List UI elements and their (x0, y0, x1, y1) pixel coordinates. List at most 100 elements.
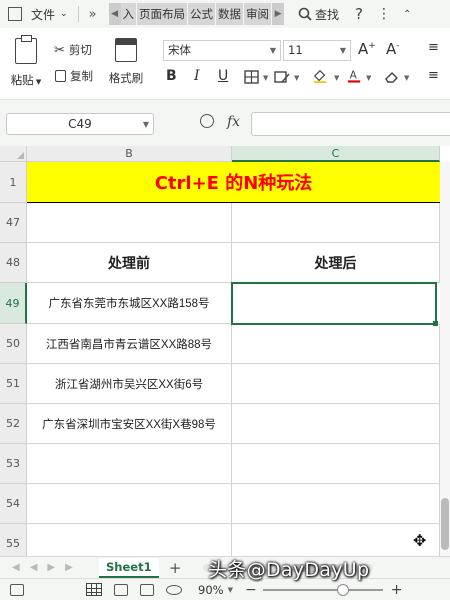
cell-b54[interactable] (27, 484, 232, 524)
search-button[interactable]: 查找 (298, 6, 339, 23)
app-menu-icon[interactable] (8, 7, 22, 21)
cell-c51[interactable] (232, 364, 440, 404)
sheet-status-icon[interactable] (10, 583, 24, 596)
first-sheet-icon[interactable]: ◀ (12, 562, 20, 573)
zoom-slider-knob[interactable] (336, 583, 349, 596)
more-options-icon[interactable]: ⋮ (377, 6, 391, 22)
cell-c54[interactable] (232, 484, 440, 524)
sheet-title-cell[interactable]: Ctrl+E 的N种玩法 (27, 162, 440, 203)
row-header[interactable]: 54 (0, 484, 27, 524)
cell-c50[interactable] (232, 324, 440, 364)
column-header-b[interactable]: B (27, 146, 232, 162)
cut-label: 剪切 (68, 43, 92, 57)
tab-insert[interactable]: 入 (120, 3, 138, 25)
row-header[interactable]: 53 (0, 444, 27, 484)
vertical-scroll-thumb[interactable] (441, 498, 449, 550)
chevron-down-icon: ▼ (142, 120, 149, 129)
clear-format-icon[interactable] (384, 70, 400, 84)
cell-c52[interactable] (232, 404, 440, 444)
chevron-down-icon[interactable]: ▼ (404, 74, 409, 82)
row-header[interactable]: 55 (0, 524, 27, 556)
help-icon[interactable]: ? (355, 5, 363, 23)
header-after-cell[interactable]: 处理后 (232, 243, 440, 283)
chevron-down-icon[interactable]: ▼ (228, 586, 233, 594)
row-header[interactable]: 1 (0, 162, 27, 203)
active-cell-c49[interactable] (231, 282, 437, 325)
zoom-level[interactable]: 90% (198, 583, 224, 597)
name-box[interactable]: C49 ▼ (6, 113, 154, 135)
zoom-slider[interactable] (262, 583, 383, 596)
cell-b47[interactable] (27, 203, 232, 243)
chevron-down-icon[interactable]: ▼ (366, 74, 371, 82)
zoom-lookup-icon[interactable] (200, 114, 214, 128)
cell-b53[interactable] (27, 444, 232, 484)
chevron-down-icon: ▼ (269, 46, 276, 55)
insert-function-icon[interactable]: fx (227, 114, 240, 130)
vertical-scrollbar[interactable] (440, 162, 450, 556)
file-menu-label: 文件 (31, 7, 56, 22)
chevron-down-icon[interactable]: ▼ (263, 74, 268, 82)
cell-c53[interactable] (232, 444, 440, 484)
address-cell[interactable]: 江西省南昌市青云谱区XX路88号 (27, 324, 232, 364)
align-icon[interactable]: ≡ (428, 68, 439, 83)
tabs-scroll-left-icon[interactable]: ◀ (108, 3, 121, 25)
collapse-ribbon-icon[interactable]: ⌃ (403, 9, 411, 20)
cell-c47[interactable] (232, 203, 440, 243)
address-cell[interactable]: 广东省深圳市宝安区XX街X巷98号 (27, 404, 232, 444)
column-header-c[interactable]: C (232, 146, 440, 162)
address-cell[interactable]: 广东省东莞市东城区XX路158号 (27, 283, 232, 324)
more-commands-icon[interactable]: » (89, 7, 97, 22)
formula-input[interactable] (251, 112, 450, 136)
page-layout-view-icon[interactable] (114, 583, 128, 596)
last-sheet-icon[interactable]: ▶ (65, 562, 73, 573)
select-all-corner[interactable] (0, 146, 27, 162)
prev-sheet-icon[interactable]: ◀ (30, 562, 38, 573)
cell-b55[interactable] (27, 524, 232, 556)
watermark-text: 头条@DayDayUp (208, 559, 370, 581)
italic-button[interactable]: I (194, 68, 200, 84)
page-break-view-icon[interactable] (140, 583, 154, 596)
format-painter-button[interactable]: 格式刷 (106, 38, 146, 86)
fill-color-icon[interactable] (312, 69, 328, 83)
copy-icon (55, 70, 66, 82)
next-sheet-icon[interactable]: ▶ (47, 562, 55, 573)
file-menu[interactable]: 文件 ⌄ (31, 6, 68, 23)
add-sheet-icon[interactable]: + (169, 559, 182, 577)
cut-button[interactable]: ✂ 剪切 (54, 42, 92, 58)
bold-button[interactable]: B (166, 68, 177, 84)
decrease-font-icon[interactable]: A- (386, 40, 400, 58)
tab-page-layout[interactable]: 页面布局 (137, 3, 189, 25)
row-header[interactable]: 50 (0, 324, 27, 364)
address-cell[interactable]: 浙江省湖州市吴兴区XX街6号 (27, 364, 232, 404)
tab-review[interactable]: 审阅 (244, 3, 273, 25)
align-more-icon[interactable]: ≡ (428, 40, 439, 55)
cell-style-icon[interactable] (274, 70, 290, 84)
tab-formulas[interactable]: 公式 (188, 3, 217, 25)
divider (77, 6, 79, 22)
zoom-out-icon[interactable]: − (245, 582, 257, 598)
row-header[interactable]: 51 (0, 364, 27, 404)
sheet-tab-sheet1[interactable]: Sheet1 (98, 557, 159, 578)
reading-mode-icon[interactable] (166, 584, 182, 595)
font-color-icon[interactable]: A (346, 69, 362, 83)
header-before-cell[interactable]: 处理前 (27, 243, 232, 283)
tab-data[interactable]: 数据 (216, 3, 245, 25)
cell-c55[interactable] (232, 524, 440, 556)
tabs-scroll-right-icon[interactable]: ▶ (272, 3, 285, 25)
chevron-down-icon[interactable]: ▼ (334, 74, 339, 82)
zoom-in-icon[interactable]: + (391, 582, 403, 598)
fill-handle[interactable] (433, 321, 438, 326)
underline-button[interactable]: U (218, 68, 228, 84)
normal-view-icon[interactable] (86, 583, 102, 596)
row-header-selected[interactable]: 49 (0, 283, 27, 324)
row-header[interactable]: 52 (0, 404, 27, 444)
row-header[interactable]: 48 (0, 243, 27, 283)
font-name-select[interactable]: 宋体 ▼ (163, 40, 281, 61)
font-size-select[interactable]: 11 ▼ (283, 40, 351, 61)
increase-font-icon[interactable]: A+ (358, 40, 376, 58)
row-header[interactable]: 47 (0, 203, 27, 243)
copy-button[interactable]: 复制 (55, 68, 93, 84)
border-icon[interactable] (244, 70, 260, 84)
chevron-down-icon[interactable]: ▼ (294, 74, 299, 82)
paste-button[interactable]: 粘贴 ▼ (8, 35, 44, 88)
